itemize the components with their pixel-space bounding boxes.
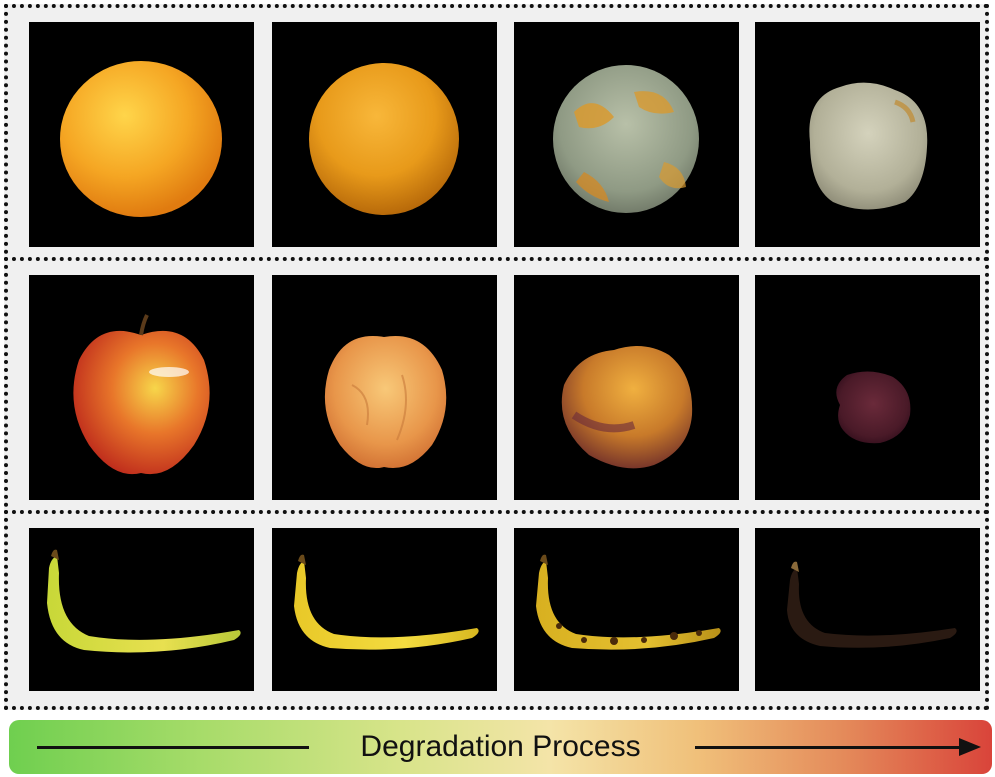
orange-row — [4, 4, 989, 262]
orange-stage-2-image — [272, 22, 497, 247]
banana-stage-4-image — [755, 528, 980, 691]
arrow-right-icon — [959, 738, 981, 756]
banana-stage-2-image — [272, 528, 497, 691]
degradation-figure: Degradation Process — [0, 0, 995, 777]
banana-stage-1-image — [29, 528, 254, 691]
orange-stage-1-image — [29, 22, 254, 247]
arrow-shaft-line — [695, 746, 965, 749]
degradation-process-bar: Degradation Process — [9, 720, 992, 774]
apple-stage-4-image — [755, 275, 980, 500]
orange-stage-3-image — [514, 22, 739, 247]
apple-stage-2-image — [272, 275, 497, 500]
apple-stage-1-image — [29, 275, 254, 500]
orange-stage-4-image — [755, 22, 980, 247]
banana-row — [4, 510, 989, 710]
banana-stage-3-image — [514, 528, 739, 691]
apple-row — [4, 257, 989, 515]
apple-stage-3-image — [514, 275, 739, 500]
